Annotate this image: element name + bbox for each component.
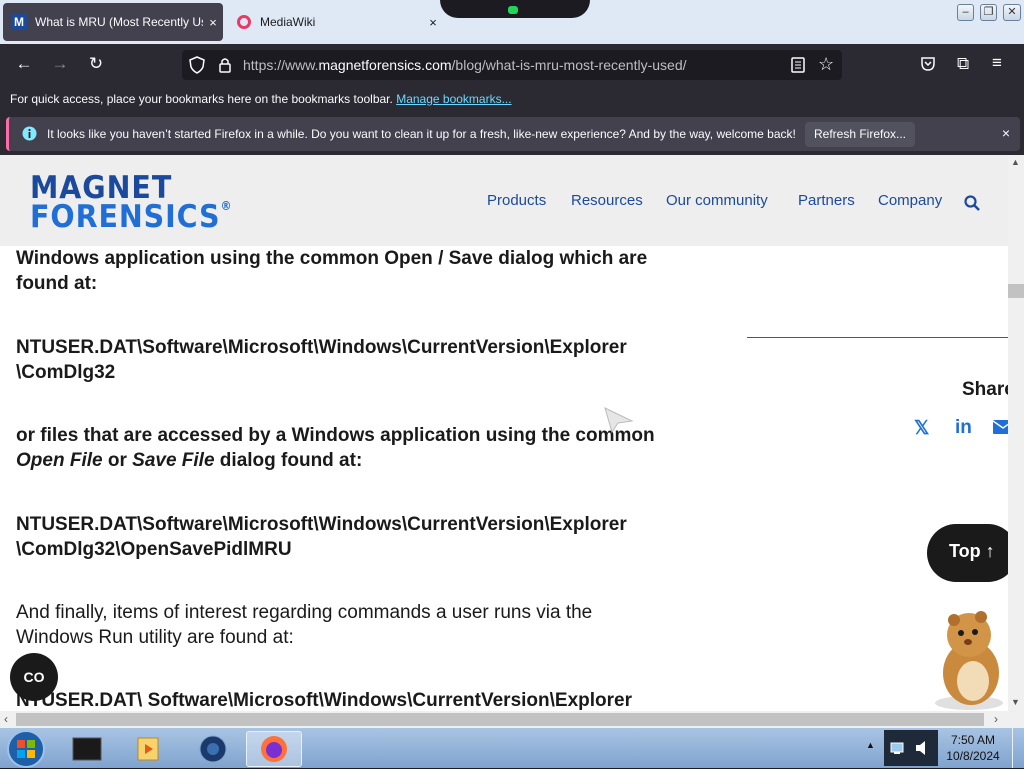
extensions-icon[interactable]: ⧉	[957, 54, 969, 74]
logo-forensics[interactable]: FORENSICS®	[30, 199, 232, 235]
shield-icon[interactable]	[189, 56, 205, 79]
mouse-cursor-icon	[604, 407, 634, 438]
start-button[interactable]	[0, 730, 52, 768]
tab-mru-article[interactable]: M What is MRU (Most Recently Used ×	[3, 3, 223, 41]
info-icon	[22, 126, 37, 146]
article-paragraph-3: And finally, items of interest regarding…	[16, 602, 593, 648]
nav-company[interactable]: Company	[878, 192, 942, 209]
close-window-button[interactable]: ✕	[1003, 4, 1021, 21]
linkedin-icon[interactable]: in	[955, 417, 972, 439]
bookmarks-toolbar: For quick access, place your bookmarks h…	[0, 84, 1024, 114]
article-path-2: NTUSER.DAT\Software\Microsoft\Windows\Cu…	[16, 514, 627, 560]
pocket-icon[interactable]	[920, 56, 936, 77]
taskbar-terminal-icon[interactable]	[60, 731, 116, 767]
maximize-button[interactable]: ❐	[980, 4, 997, 21]
share-label: Share	[962, 379, 1008, 400]
lock-icon[interactable]	[218, 57, 232, 78]
indicator-dot-icon	[508, 6, 518, 14]
menu-icon[interactable]: ≡	[992, 53, 1002, 73]
mediawiki-favicon	[236, 14, 252, 30]
show-desktop-button[interactable]	[1012, 728, 1024, 768]
minimize-button[interactable]: –	[957, 4, 974, 21]
hamster-mascot	[921, 603, 1007, 711]
clock-time: 7:50 AM	[950, 733, 996, 747]
article-paragraph-1: Windows application using the common Ope…	[16, 248, 648, 294]
notification-box: It looks like you haven’t started Firefo…	[6, 117, 1020, 151]
web-page: MAGNET FORENSICS® Products Resources Our…	[0, 155, 1008, 711]
tab-mediawiki[interactable]: MediaWiki ×	[228, 3, 443, 41]
email-icon[interactable]	[992, 420, 1008, 439]
scroll-right-arrow-icon[interactable]: ›	[994, 712, 998, 726]
hscroll-thumb[interactable]	[16, 713, 984, 726]
up-arrow-icon: ↑	[985, 541, 995, 561]
tab-title: What is MRU (Most Recently Used	[35, 15, 203, 29]
url-text[interactable]: https://www.magnetforensics.com/blog/wha…	[243, 57, 687, 73]
scroll-down-arrow-icon[interactable]: ▼	[1011, 697, 1020, 707]
article-paragraph-2: or files that are accessed by a Windows …	[16, 425, 655, 471]
taskbar-firefox-icon[interactable]	[246, 731, 302, 767]
scroll-thumb[interactable]	[1008, 284, 1024, 298]
vertical-scrollbar[interactable]: ▲ ▼	[1008, 155, 1024, 711]
network-icon[interactable]	[890, 740, 908, 761]
x-twitter-icon[interactable]: 𝕏	[914, 417, 929, 440]
bookmark-star-icon[interactable]: ☆	[818, 54, 834, 75]
manage-bookmarks-link[interactable]: Manage bookmarks...	[396, 92, 511, 106]
notification-message: It looks like you haven’t started Firefo…	[47, 127, 796, 141]
scroll-left-arrow-icon[interactable]: ‹	[4, 712, 8, 726]
taskbar-clock[interactable]: 7:50 AM 10/8/2024	[940, 732, 1006, 764]
clock-date: 10/8/2024	[946, 749, 1000, 763]
nav-products[interactable]: Products	[487, 192, 546, 209]
refresh-firefox-button[interactable]: Refresh Firefox...	[805, 122, 915, 147]
article-path-1: NTUSER.DAT\Software\Microsoft\Windows\Cu…	[16, 337, 627, 383]
site-header: MAGNET FORENSICS® Products Resources Our…	[0, 155, 1008, 246]
bookmarks-hint: For quick access, place your bookmarks h…	[10, 92, 393, 106]
article-path-3: NTUSER.DAT\ Software\Microsoft\Windows\C…	[16, 690, 632, 711]
nav-partners[interactable]: Partners	[798, 192, 855, 209]
navigation-toolbar: ← → ↻ https://www.magnetforensics.com/bl…	[0, 44, 1024, 84]
close-notification-icon[interactable]: ×	[1002, 125, 1010, 141]
tab-close-icon[interactable]: ×	[423, 15, 443, 30]
back-to-top-button[interactable]: Top ↑	[927, 524, 1008, 582]
forward-button[interactable]: →	[48, 52, 72, 76]
chat-button[interactable]: CO	[10, 653, 58, 701]
notification-bar: It looks like you haven’t started Firefo…	[0, 114, 1024, 155]
nav-resources[interactable]: Resources	[571, 192, 643, 209]
tab-title: MediaWiki	[260, 15, 316, 29]
reload-button[interactable]: ↻	[84, 52, 108, 76]
taskbar-media-player-icon[interactable]	[121, 731, 177, 767]
search-icon[interactable]	[964, 195, 980, 216]
horizontal-scrollbar[interactable]: ‹ ›	[0, 711, 1024, 728]
scroll-up-arrow-icon[interactable]: ▲	[1011, 157, 1020, 167]
reader-view-icon[interactable]	[791, 57, 805, 78]
nav-our-community[interactable]: Our community	[666, 192, 768, 209]
url-bar[interactable]: https://www.magnetforensics.com/blog/wha…	[182, 50, 842, 80]
show-hidden-icons[interactable]: ▲	[866, 740, 875, 750]
taskbar-globe-icon[interactable]	[185, 731, 241, 767]
volume-icon[interactable]	[914, 740, 932, 761]
tab-bar: M What is MRU (Most Recently Used × Medi…	[0, 0, 1024, 44]
back-button[interactable]: ←	[12, 52, 36, 76]
sidebar-divider	[747, 337, 1008, 338]
windows-taskbar: ▲ 7:50 AM 10/8/2024	[0, 728, 1024, 768]
tab-close-icon[interactable]: ×	[203, 15, 223, 30]
magnet-favicon: M	[11, 14, 27, 30]
